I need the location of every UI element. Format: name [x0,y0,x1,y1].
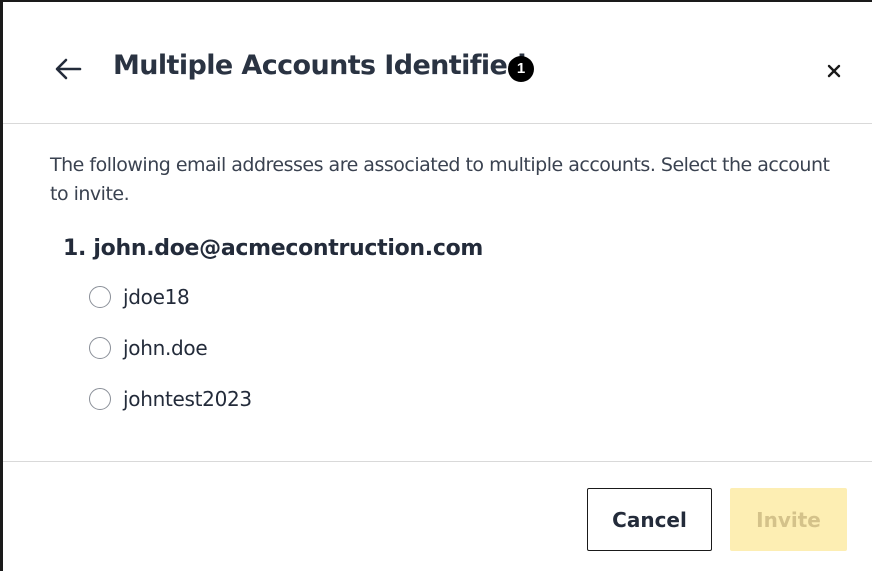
footer-divider [3,461,872,462]
account-option-label: jdoe18 [123,285,190,309]
account-option-label: johntest2023 [123,387,252,411]
close-icon [827,64,841,78]
account-option-jdoe18[interactable]: jdoe18 [89,282,190,312]
multiple-accounts-dialog: Multiple Accounts Identified 1 The follo… [0,0,872,571]
account-option-label: john.doe [123,336,208,360]
close-button[interactable] [821,58,847,84]
back-button[interactable] [51,54,85,84]
account-option-johntest2023[interactable]: johntest2023 [89,384,252,414]
dialog-header: Multiple Accounts Identified 1 [3,2,872,124]
radio-button[interactable] [89,337,111,359]
cancel-button[interactable]: Cancel [587,488,712,551]
count-badge: 1 [508,56,534,82]
radio-button[interactable] [89,286,111,308]
dialog-title: Multiple Accounts Identified [113,50,527,81]
radio-button[interactable] [89,388,111,410]
invite-button[interactable]: Invite [730,488,847,551]
dialog-description: The following email addresses are associ… [50,154,830,205]
arrow-left-icon [55,58,82,80]
email-heading: 1. john.doe@acmecontruction.com [63,236,484,261]
account-option-john-doe[interactable]: john.doe [89,333,208,363]
